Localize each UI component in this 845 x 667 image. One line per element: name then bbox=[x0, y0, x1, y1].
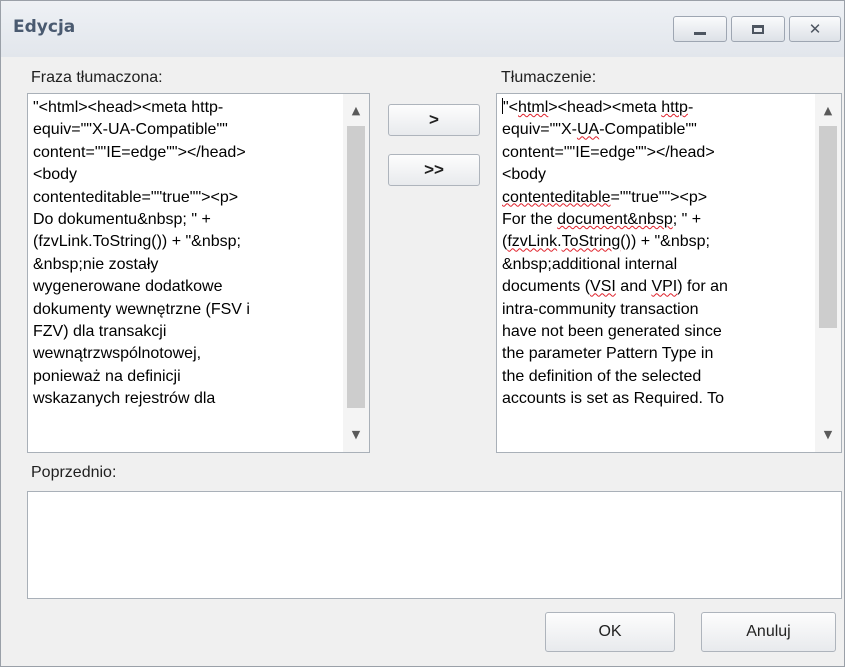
translation-fragment: accounts is set as Required. To bbox=[502, 390, 725, 408]
edit-dialog: Edycja ✕ Fraza tłumaczona: "<html><head>… bbox=[0, 0, 845, 667]
close-button[interactable]: ✕ bbox=[789, 16, 841, 42]
translation-fragment: documents ( bbox=[502, 278, 591, 296]
translation-line: the parameter Pattern Type in bbox=[502, 343, 815, 365]
misspelled-word: fzvLink bbox=[507, 233, 558, 251]
window-title: Edycja bbox=[13, 17, 76, 37]
translation-fragment: ) for an bbox=[677, 278, 728, 296]
ok-button[interactable]: OK bbox=[545, 612, 675, 652]
source-textarea[interactable]: "<html><head><meta http- equiv=""X-UA-Co… bbox=[27, 93, 370, 453]
cancel-button[interactable]: Anuluj bbox=[701, 612, 836, 652]
translation-line: accounts is set as Required. To bbox=[502, 388, 815, 410]
translation-line: intra-community transaction bbox=[502, 299, 815, 321]
chevron-up-icon[interactable]: ▲ bbox=[815, 98, 841, 122]
translation-line: For the document&nbsp; " + bbox=[502, 209, 815, 231]
translation-fragment: the parameter Pattern Type in bbox=[502, 345, 714, 363]
misspelled-word: VPI bbox=[651, 278, 678, 296]
translation-text: "<html><head><meta http-equiv=""X-UA-Com… bbox=[502, 97, 815, 441]
translation-line: contenteditable=""true""><p> bbox=[502, 187, 815, 209]
translation-line: the definition of the selected bbox=[502, 366, 815, 388]
translation-fragment: "< bbox=[503, 99, 519, 116]
copy-all-button[interactable]: >> bbox=[388, 154, 480, 186]
previous-textarea[interactable] bbox=[27, 491, 842, 599]
translation-textarea[interactable]: "<html><head><meta http-equiv=""X-UA-Com… bbox=[496, 93, 842, 453]
translation-fragment: &nbsp;additional internal bbox=[502, 255, 678, 273]
maximize-icon bbox=[752, 24, 764, 34]
source-scrollbar[interactable]: ▲ ▼ bbox=[343, 94, 369, 452]
translation-fragment: ()) + "&nbsp; bbox=[620, 233, 710, 251]
translation-fragment: - bbox=[687, 99, 694, 116]
copy-button[interactable]: > bbox=[388, 104, 480, 136]
misspelled-word: http bbox=[661, 99, 688, 116]
chevron-down-icon[interactable]: ▼ bbox=[815, 422, 841, 446]
minimize-button[interactable] bbox=[673, 16, 727, 42]
translation-fragment: ; " + bbox=[672, 211, 702, 229]
translation-fragment: For the bbox=[502, 211, 558, 229]
previous-label: Poprzednio: bbox=[31, 464, 117, 481]
translation-fragment: have not been generated since bbox=[502, 323, 722, 341]
source-text: "<html><head><meta http- equiv=""X-UA-Co… bbox=[33, 99, 250, 408]
translation-fragment: and bbox=[615, 278, 652, 296]
translation-line: <body bbox=[502, 164, 815, 186]
translation-line: have not been generated since bbox=[502, 321, 815, 343]
misspelled-word: contenteditable bbox=[502, 188, 611, 206]
translation-line: &nbsp;additional internal bbox=[502, 254, 815, 276]
source-label: Fraza tłumaczona: bbox=[31, 69, 163, 86]
translation-line: content=""IE=edge""></head> bbox=[502, 142, 815, 164]
translation-fragment: =""true""><p> bbox=[610, 188, 708, 206]
title-bar[interactable]: Edycja ✕ bbox=[1, 1, 844, 57]
translation-fragment: <body bbox=[502, 166, 547, 184]
misspelled-word: ToString bbox=[561, 233, 621, 251]
translation-scrollbar[interactable]: ▲ ▼ bbox=[815, 94, 841, 452]
translation-fragment: ><head><meta bbox=[548, 99, 662, 116]
misspelled-word: UA bbox=[576, 121, 600, 139]
close-icon: ✕ bbox=[808, 20, 822, 38]
translation-line: equiv=""X-UA-Compatible"" bbox=[502, 119, 815, 141]
maximize-button[interactable] bbox=[731, 16, 785, 42]
misspelled-word: VSI bbox=[590, 278, 616, 296]
source-scroll-thumb[interactable] bbox=[347, 126, 365, 408]
translation-scroll-thumb[interactable] bbox=[819, 126, 837, 328]
minimize-icon bbox=[694, 31, 706, 35]
translation-fragment: intra-community transaction bbox=[502, 300, 699, 318]
chevron-down-icon[interactable]: ▼ bbox=[343, 422, 369, 446]
translation-fragment: content=""IE=edge""></head> bbox=[502, 143, 715, 161]
translation-fragment: the definition of the selected bbox=[502, 367, 702, 385]
chevron-up-icon[interactable]: ▲ bbox=[343, 98, 369, 122]
misspelled-word: html bbox=[518, 99, 549, 116]
previous-text bbox=[33, 495, 835, 595]
translation-line: "<html><head><meta http- bbox=[502, 97, 815, 119]
translation-fragment: -Compatible"" bbox=[599, 121, 697, 139]
translation-fragment: equiv=""X- bbox=[502, 121, 577, 139]
translation-line: (fzvLink.ToString()) + "&nbsp; bbox=[502, 231, 815, 253]
misspelled-word: document&nbsp bbox=[557, 211, 673, 229]
translation-label: Tłumaczenie: bbox=[501, 69, 597, 86]
translation-line: documents (VSI and VPI) for an bbox=[502, 276, 815, 298]
